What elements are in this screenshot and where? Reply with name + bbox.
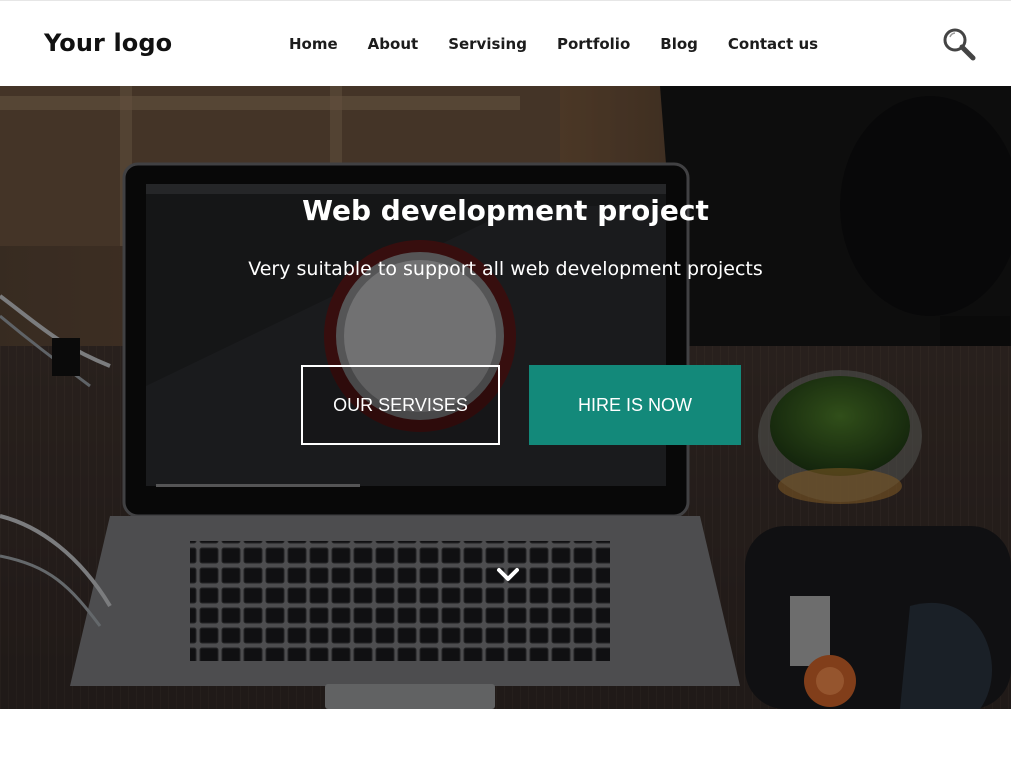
hero-overlay <box>0 86 1011 709</box>
main-nav: Home About Servising Portfolio Blog Cont… <box>289 35 818 53</box>
chevron-down-icon[interactable] <box>496 566 520 584</box>
search-icon[interactable] <box>940 25 978 63</box>
nav-item-contact[interactable]: Contact us <box>728 35 818 53</box>
hero-title: Web development project <box>302 194 709 227</box>
nav-item-about[interactable]: About <box>368 35 419 53</box>
hero-section: Web development project Very suitable to… <box>0 86 1011 709</box>
site-header: Your logo Home About Servising Portfolio… <box>0 0 1011 86</box>
nav-item-home[interactable]: Home <box>289 35 338 53</box>
nav-item-blog[interactable]: Blog <box>660 35 698 53</box>
hero-subtitle: Very suitable to support all web develop… <box>248 258 763 280</box>
hire-now-button[interactable]: HIRE IS NOW <box>529 365 741 445</box>
nav-item-servising[interactable]: Servising <box>448 35 527 53</box>
nav-item-portfolio[interactable]: Portfolio <box>557 35 630 53</box>
our-services-button[interactable]: OUR SERVISES <box>301 365 500 445</box>
site-logo[interactable]: Your logo <box>44 29 172 57</box>
below-hero-area <box>0 709 1011 758</box>
